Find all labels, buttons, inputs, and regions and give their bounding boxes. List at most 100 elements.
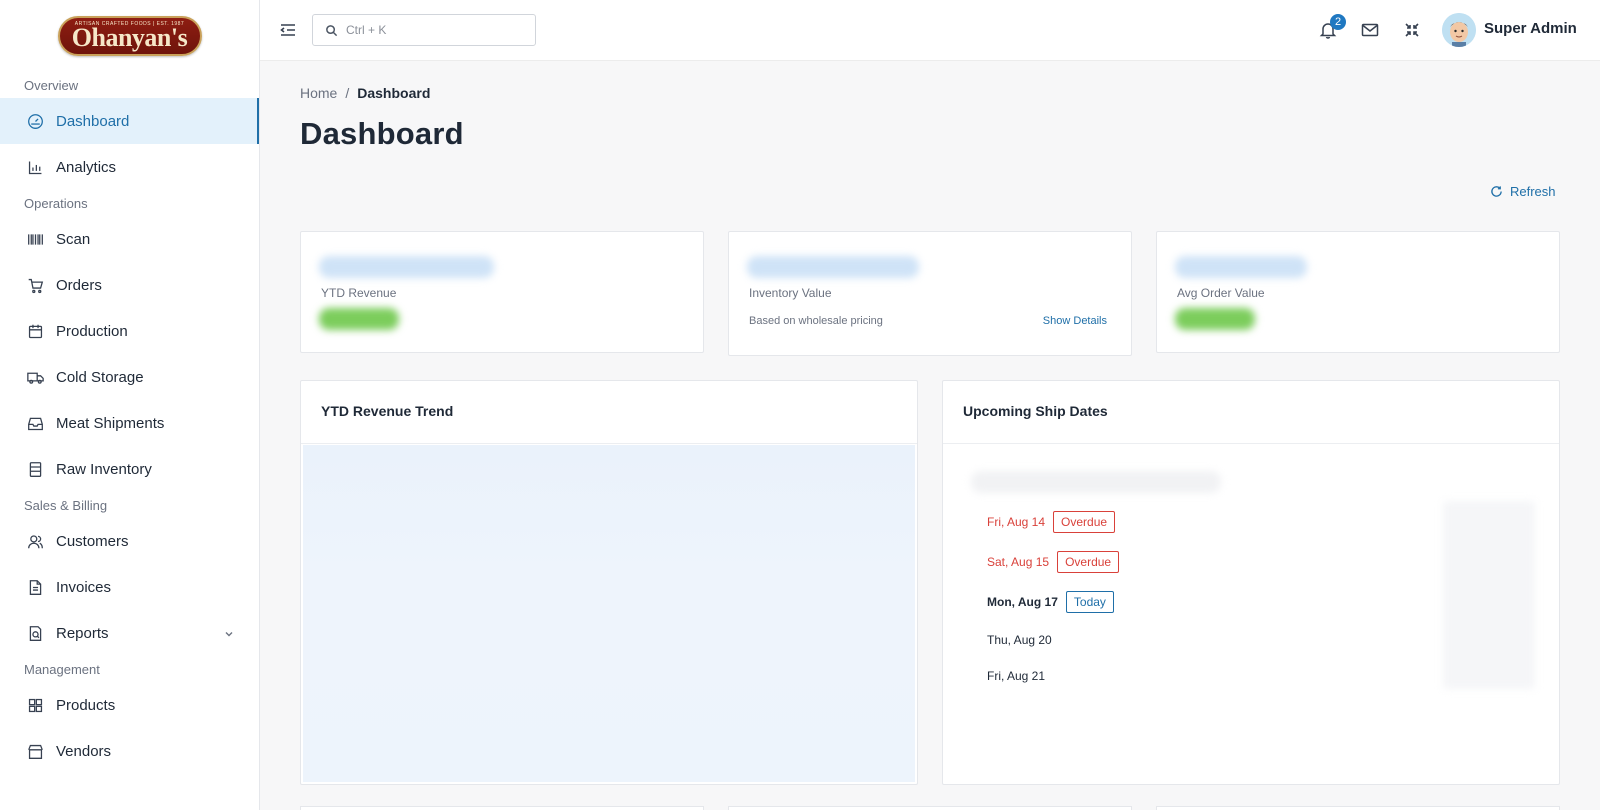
ship-row[interactable]: Mon, Aug 17 Today — [987, 591, 1114, 613]
stat-value-redacted — [319, 256, 494, 278]
notification-badge: 2 — [1330, 14, 1346, 30]
store-icon — [27, 743, 44, 760]
sidebar-item-reports[interactable]: Reports — [0, 610, 259, 656]
sidebar-item-orders[interactable]: Orders — [0, 262, 259, 308]
sidebar-item-label: Products — [56, 696, 116, 714]
user-name[interactable]: Super Admin — [1484, 20, 1577, 37]
sidebar-item-products[interactable]: Products — [0, 682, 259, 728]
sidebar-item-label: Production — [56, 322, 128, 340]
sidebar-item-label: Scan — [56, 230, 91, 248]
next-row-cards — [300, 806, 1560, 810]
ship-date: Sat, Aug 15 — [987, 555, 1050, 569]
cart-icon — [27, 277, 44, 294]
search-input[interactable] — [346, 23, 516, 37]
sidebar-item-scan[interactable]: Scan — [0, 216, 259, 262]
card-title: YTD Revenue Trend — [321, 403, 454, 419]
sidebar-item-label: Invoices — [56, 578, 112, 596]
fullscreen-icon[interactable] — [1402, 20, 1422, 40]
sidebar-item-label: Orders — [56, 276, 102, 294]
sidebar-item-customers[interactable]: Customers — [0, 518, 259, 564]
stat-card-inventory-value: Inventory Value Based on wholesale prici… — [728, 231, 1132, 356]
breadcrumb: Home / Dashboard — [300, 85, 430, 101]
status-badge: Overdue — [1053, 511, 1116, 533]
card-title: Upcoming Ship Dates — [963, 403, 1108, 419]
sidebar-item-label: Raw Inventory — [56, 460, 152, 478]
revenue-trend-card: YTD Revenue Trend — [300, 380, 918, 785]
status-badge: Overdue — [1057, 551, 1120, 573]
menu-collapse-icon[interactable] — [278, 20, 298, 40]
stat-label: Avg Order Value — [1177, 286, 1265, 300]
page-title: Dashboard — [300, 116, 464, 151]
inbox-icon — [27, 415, 44, 432]
sidebar-item-label: Analytics — [56, 158, 117, 176]
grid-icon — [27, 697, 44, 714]
search-box[interactable] — [312, 14, 536, 46]
search-icon — [325, 24, 338, 37]
sidebar-item-production[interactable]: Production — [0, 308, 259, 354]
sidebar-item-vendors[interactable]: Vendors — [0, 728, 259, 774]
breadcrumb-separator: / — [345, 85, 350, 101]
stat-value-redacted — [747, 256, 919, 278]
brand-logo[interactable]: ARTISAN CRAFTED FOODS | EST. 1987 Ohanya… — [57, 16, 202, 56]
topbar: 2 Super Admin — [260, 0, 1600, 61]
calendar-icon — [27, 323, 44, 340]
ship-date: Fri, Aug 21 — [987, 669, 1046, 683]
sidebar-item-label: Customers — [56, 532, 129, 550]
ship-date: Fri, Aug 14 — [987, 515, 1046, 529]
refresh-label: Refresh — [1510, 184, 1556, 199]
card-peek — [1156, 806, 1560, 810]
section-label-overview: Overview — [24, 77, 79, 93]
users-icon — [27, 533, 44, 550]
chevron-down-icon[interactable] — [223, 627, 235, 639]
avatar[interactable] — [1442, 13, 1476, 47]
sidebar-item-label: Meat Shipments — [56, 414, 165, 432]
refresh-button[interactable]: Refresh — [1490, 184, 1556, 199]
card-peek — [728, 806, 1132, 810]
chart-placeholder — [303, 445, 915, 782]
sidebar-item-analytics[interactable]: Analytics — [0, 144, 259, 190]
ship-row[interactable]: Thu, Aug 20 — [987, 633, 1052, 647]
truck-icon — [27, 369, 44, 386]
section-label-management: Management — [24, 661, 100, 677]
sidebar: ARTISAN CRAFTED FOODS | EST. 1987 Ohanya… — [0, 0, 260, 810]
stat-value-redacted — [1175, 256, 1307, 278]
stat-card-ytd-revenue: YTD Revenue — [300, 231, 704, 353]
stat-subtext: Based on wholesale pricing — [749, 315, 883, 327]
bell-icon[interactable]: 2 — [1318, 14, 1346, 40]
stat-change-redacted — [1175, 308, 1255, 330]
ship-row[interactable]: Sat, Aug 15 Overdue — [987, 551, 1120, 573]
file-icon — [27, 579, 44, 596]
ship-row[interactable]: Fri, Aug 21 — [987, 669, 1045, 683]
sidebar-item-meat-shipments[interactable]: Meat Shipments — [0, 400, 259, 446]
sidebar-item-cold-storage[interactable]: Cold Storage — [0, 354, 259, 400]
ship-date: Thu, Aug 20 — [987, 633, 1052, 647]
breadcrumb-current: Dashboard — [357, 85, 431, 101]
section-label-sales-billing: Sales & Billing — [24, 497, 108, 513]
sidebar-item-dashboard[interactable]: Dashboard — [0, 98, 259, 144]
sidebar-item-label: Cold Storage — [56, 368, 144, 386]
barcode-icon — [27, 231, 44, 248]
sidebar-item-raw-inventory[interactable]: Raw Inventory — [0, 446, 259, 492]
breadcrumb-home[interactable]: Home — [300, 85, 337, 101]
card-peek — [300, 806, 704, 810]
card-divider — [301, 443, 917, 444]
section-label-operations: Operations — [24, 195, 88, 211]
ship-row[interactable]: Fri, Aug 14 Overdue — [987, 511, 1116, 533]
sidebar-item-label: Vendors — [56, 742, 112, 760]
building-icon — [27, 461, 44, 478]
report-icon — [27, 625, 44, 642]
sidebar-item-label: Reports — [56, 624, 109, 642]
logo-tagline: ARTISAN CRAFTED FOODS | EST. 1987 — [74, 21, 185, 27]
status-badge: Today — [1065, 591, 1114, 613]
logo-container: ARTISAN CRAFTED FOODS | EST. 1987 Ohanya… — [0, 0, 259, 72]
refresh-icon — [1490, 185, 1503, 198]
stat-change-redacted — [319, 308, 399, 330]
ship-date: Mon, Aug 17 — [987, 595, 1058, 609]
show-details-link[interactable]: Show Details — [1043, 315, 1107, 327]
sidebar-item-invoices[interactable]: Invoices — [0, 564, 259, 610]
stat-label: Inventory Value — [749, 286, 832, 300]
stat-card-avg-order-value: Avg Order Value — [1156, 231, 1560, 353]
stat-label: YTD Revenue — [321, 286, 397, 300]
ship-details-redacted — [1443, 501, 1535, 689]
mail-icon[interactable] — [1360, 20, 1380, 40]
